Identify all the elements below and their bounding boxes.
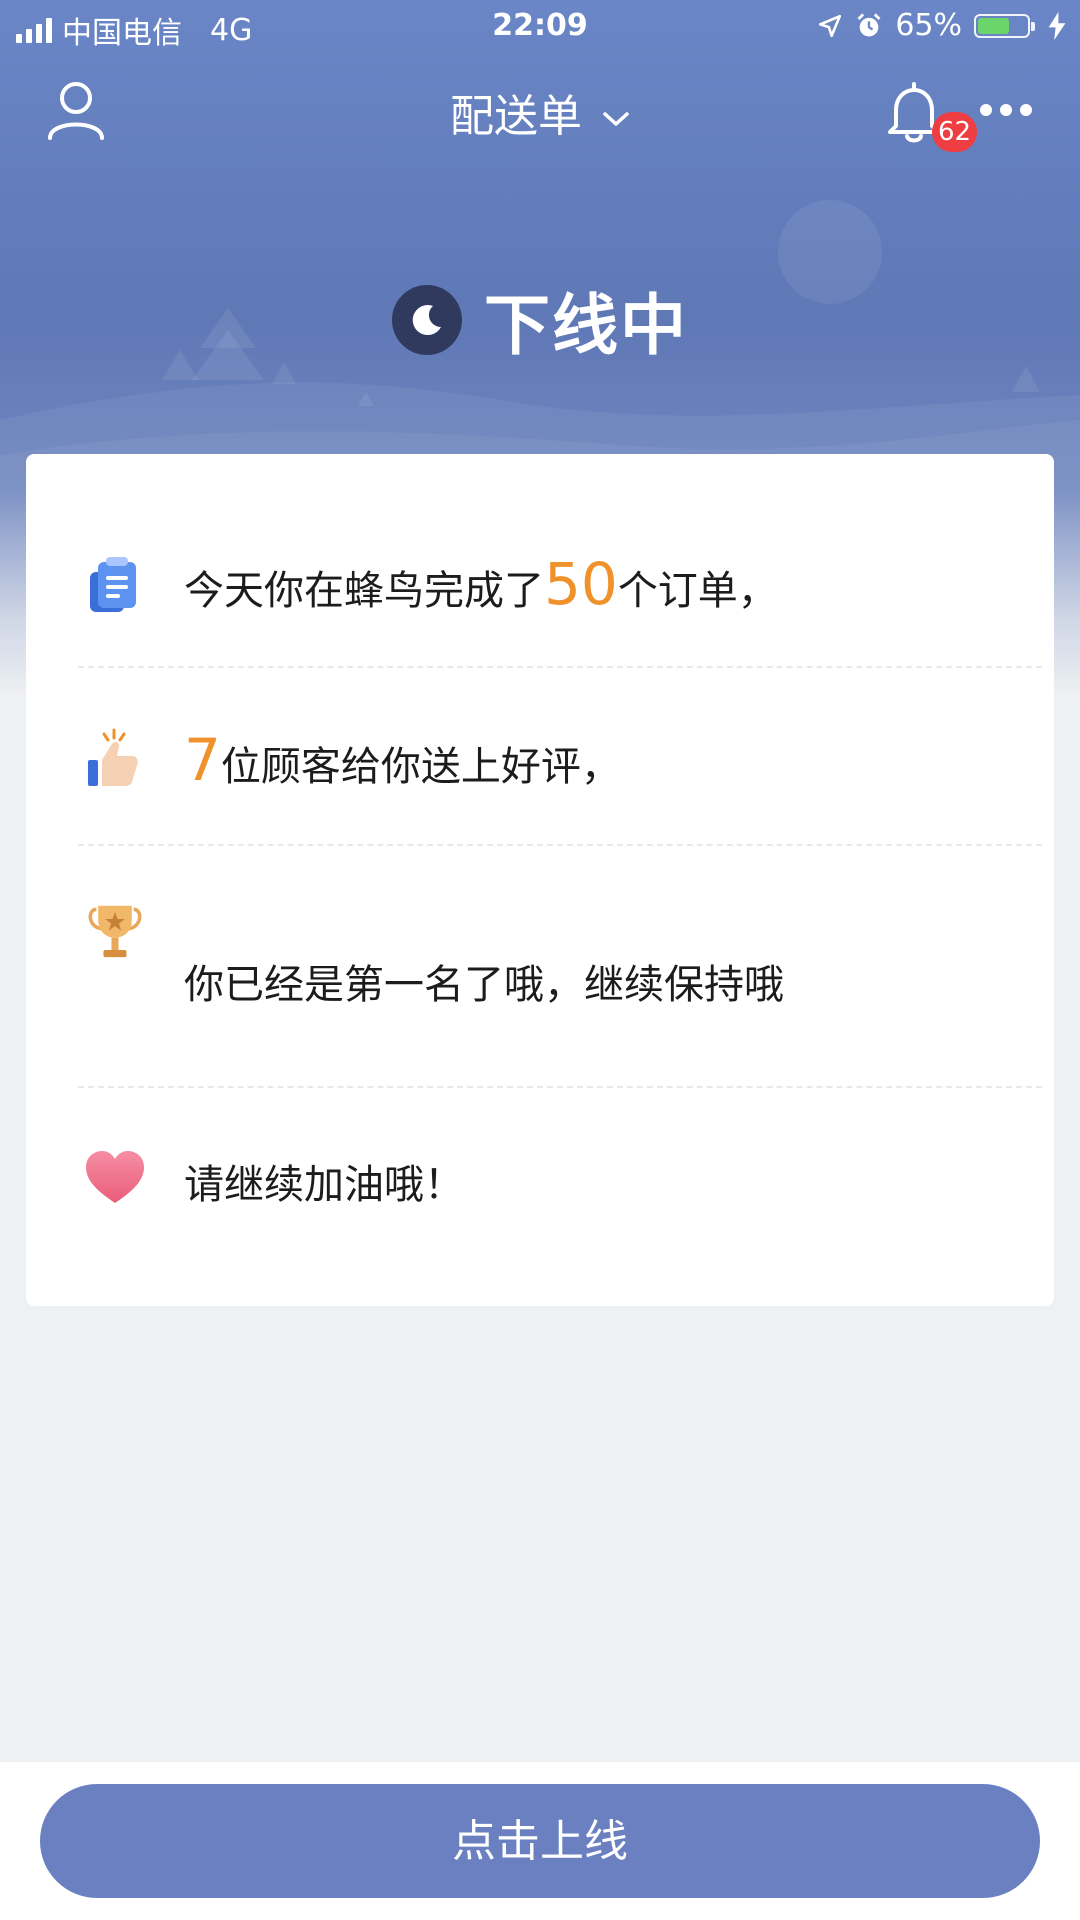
notification-badge: 62: [932, 112, 978, 152]
page-title: 配送单: [450, 91, 582, 142]
list-item: 7位顾客给你送上好评，: [26, 726, 1054, 806]
navigation-bar: 配送单 62: [0, 60, 1080, 160]
ranking-text: 你已经是第一名了哦，继续保持哦: [184, 962, 784, 1008]
app-screen: 中国电信 4G 22:09 65% 配送单 62 下线中 今天你在蜂鸟完成了50…: [0, 0, 1080, 1920]
alarm-icon: [857, 12, 881, 36]
completed-orders-count: 50: [544, 550, 618, 618]
divider: [78, 844, 1042, 846]
encouragement-text: 请继续加油哦！: [184, 1162, 464, 1208]
list-item: 请继续加油哦！: [26, 1142, 1054, 1222]
bottom-action-bar: 点击上线: [0, 1762, 1080, 1920]
go-online-button[interactable]: 点击上线: [40, 1784, 1040, 1898]
good-reviews-count: 7: [184, 726, 221, 794]
completed-orders-suffix: 个订单，: [617, 568, 778, 614]
charging-bolt-icon: [1048, 11, 1066, 40]
battery-percent: 65%: [895, 8, 962, 43]
thumbs-up-icon: [88, 728, 138, 786]
moon-icon: [392, 285, 462, 355]
list-item: 你已经是第一名了哦，继续保持哦: [26, 904, 1054, 1024]
status-heading: 下线中: [0, 272, 1080, 368]
heart-icon: [86, 1151, 144, 1203]
more-icon[interactable]: [978, 98, 1034, 122]
divider: [78, 1086, 1042, 1088]
daily-summary-card: 今天你在蜂鸟完成了50个订单， 7位顾客给你送上好评， 你已经是第一名了哦，继续…: [26, 454, 1054, 1306]
location-arrow-icon: [819, 14, 842, 37]
clipboard-icon: [90, 557, 136, 612]
list-item: 今天你在蜂鸟完成了50个订单，: [26, 550, 1054, 630]
chevron-down-icon: [603, 112, 629, 126]
good-reviews-text: 位顾客给你送上好评，: [220, 744, 621, 790]
battery-level: [978, 17, 1010, 34]
divider: [78, 666, 1042, 668]
battery-icon: [974, 13, 1035, 38]
completed-orders-prefix: 今天你在蜂鸟完成了: [184, 568, 544, 614]
status-label: 下线中: [484, 287, 688, 364]
trophy-icon: [88, 905, 142, 958]
status-bar: 中国电信 4G 22:09 65%: [0, 0, 1080, 54]
